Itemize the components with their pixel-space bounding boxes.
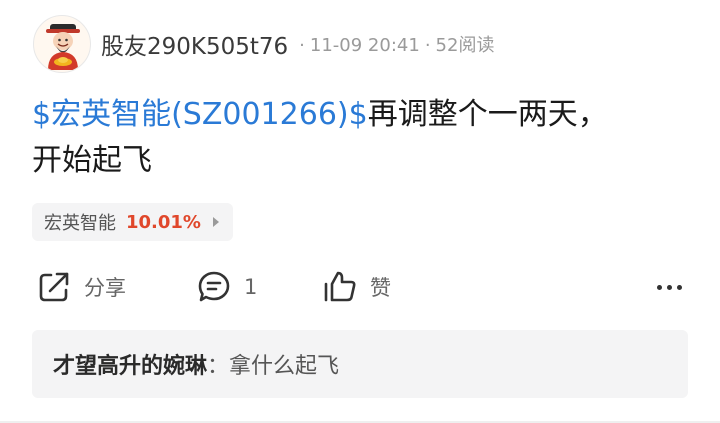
more-dot — [657, 284, 662, 290]
like-button[interactable]: 赞 — [322, 262, 391, 312]
post-time: 11-09 20:41 — [309, 35, 420, 56]
comment-button[interactable]: 1 — [196, 262, 257, 312]
comment-count: 1 — [244, 275, 258, 299]
comment-icon — [198, 271, 230, 302]
meta-separator: · — [299, 35, 305, 56]
share-label: 分享 — [84, 276, 126, 300]
thumbs-up-icon — [324, 271, 356, 302]
post-card: 股友290K505t76 · 11-09 20:41 · 52阅读 $宏英智能(SZ0… — [0, 0, 720, 423]
stock-tag-change: 10.01% — [126, 211, 201, 233]
meta-separator: · — [424, 35, 431, 56]
stock-tag-name: 宏英智能 — [44, 213, 116, 234]
more-dot — [667, 284, 672, 290]
post-body: $宏英智能(SZ001266)$再调整个一两天， 开始起飞 — [32, 92, 692, 184]
post-text-line2: 开始起飞 — [32, 143, 152, 178]
post-text-line1: 再调整个一两天， — [367, 97, 608, 132]
more-icon[interactable] — [657, 272, 682, 302]
action-bar: 分享 1 赞 — [32, 262, 688, 312]
author-line: 股友290K505t76 · 11-09 20:41 · 52阅读 — [101, 27, 494, 61]
more-dot — [677, 284, 682, 290]
like-label: 赞 — [370, 276, 391, 300]
comment-preview[interactable]: 才望高升的婉琳：拿什么起飞 — [32, 330, 688, 398]
comment-author[interactable]: 才望高升的婉琳 — [53, 348, 207, 380]
post-meta: · 11-09 20:41 · 52阅读 — [294, 31, 494, 57]
comment-text: 拿什么起飞 — [229, 354, 340, 379]
share-icon — [39, 272, 69, 302]
read-count: 52阅读 — [435, 35, 495, 56]
share-button[interactable]: 分享 — [36, 262, 126, 312]
stock-link[interactable]: $宏英智能(SZ001266)$ — [32, 97, 368, 132]
author-name[interactable]: 股友290K505t76 — [101, 27, 288, 61]
chevron-right-icon — [212, 217, 219, 227]
stock-tag[interactable]: 宏英智能 10.01% — [32, 203, 233, 241]
avatar[interactable] — [33, 15, 91, 73]
fortune-god-avatar-icon — [46, 24, 80, 70]
comment-separator: ： — [207, 354, 230, 379]
